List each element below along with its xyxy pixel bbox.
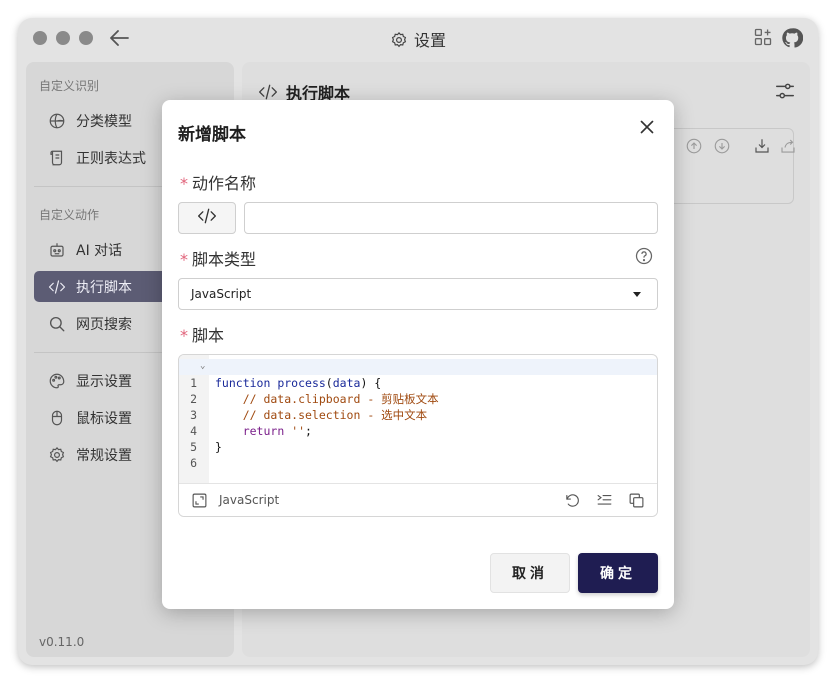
code-line[interactable]: 3 // data.selection - 选中文本 bbox=[179, 391, 657, 422]
code-line[interactable]: 4 return ''; bbox=[179, 407, 657, 438]
action-name-label: * 动作名称 bbox=[180, 170, 256, 194]
code-editor[interactable]: 1 ⌄ function process(data) { 2 // data.cli… bbox=[178, 354, 658, 517]
format-code-icon[interactable] bbox=[596, 492, 613, 509]
code-line[interactable]: 6 bbox=[179, 439, 657, 470]
editor-footer: JavaScript bbox=[179, 483, 657, 516]
caret-down-icon bbox=[633, 292, 641, 297]
script-label: * 脚本 bbox=[180, 322, 224, 346]
required-marker: * bbox=[180, 250, 188, 269]
script-label-text: 脚本 bbox=[192, 326, 225, 345]
code-icon bbox=[195, 206, 219, 230]
script-type-value: JavaScript bbox=[191, 287, 252, 301]
script-type-label-text: 脚本类型 bbox=[192, 250, 257, 269]
undo-icon[interactable] bbox=[564, 492, 581, 509]
help-icon[interactable] bbox=[634, 246, 654, 266]
confirm-button[interactable]: 确定 bbox=[578, 553, 658, 593]
modal-overlay: 新增脚本 * 动作名称 * 脚本类型 JavaScript * 脚本 1 ⌄ functi… bbox=[0, 0, 836, 684]
copy-icon[interactable] bbox=[628, 492, 645, 509]
code-line[interactable]: 1 ⌄ function process(data) { bbox=[179, 358, 657, 390]
new-script-dialog: 新增脚本 * 动作名称 * 脚本类型 JavaScript * 脚本 1 ⌄ functi… bbox=[162, 100, 674, 609]
editor-language: JavaScript bbox=[219, 493, 280, 507]
required-marker: * bbox=[180, 326, 188, 345]
icon-picker-button[interactable] bbox=[178, 202, 236, 234]
fullscreen-icon[interactable] bbox=[191, 492, 208, 509]
fold-chevron-icon[interactable]: ⌄ bbox=[200, 358, 205, 374]
action-name-label-text: 动作名称 bbox=[192, 174, 257, 193]
required-marker: * bbox=[180, 174, 188, 193]
close-icon[interactable] bbox=[636, 116, 658, 138]
script-type-select[interactable]: JavaScript bbox=[178, 278, 658, 310]
code-line[interactable]: 5} bbox=[179, 423, 657, 454]
line-number: 6 bbox=[190, 456, 197, 470]
cancel-button[interactable]: 取消 bbox=[490, 553, 570, 593]
dialog-title: 新增脚本 bbox=[178, 125, 246, 145]
script-type-label: * 脚本类型 bbox=[180, 246, 256, 270]
code-line[interactable]: 2 // data.clipboard - 剪贴板文本 bbox=[179, 375, 657, 406]
action-name-input[interactable] bbox=[244, 202, 658, 234]
